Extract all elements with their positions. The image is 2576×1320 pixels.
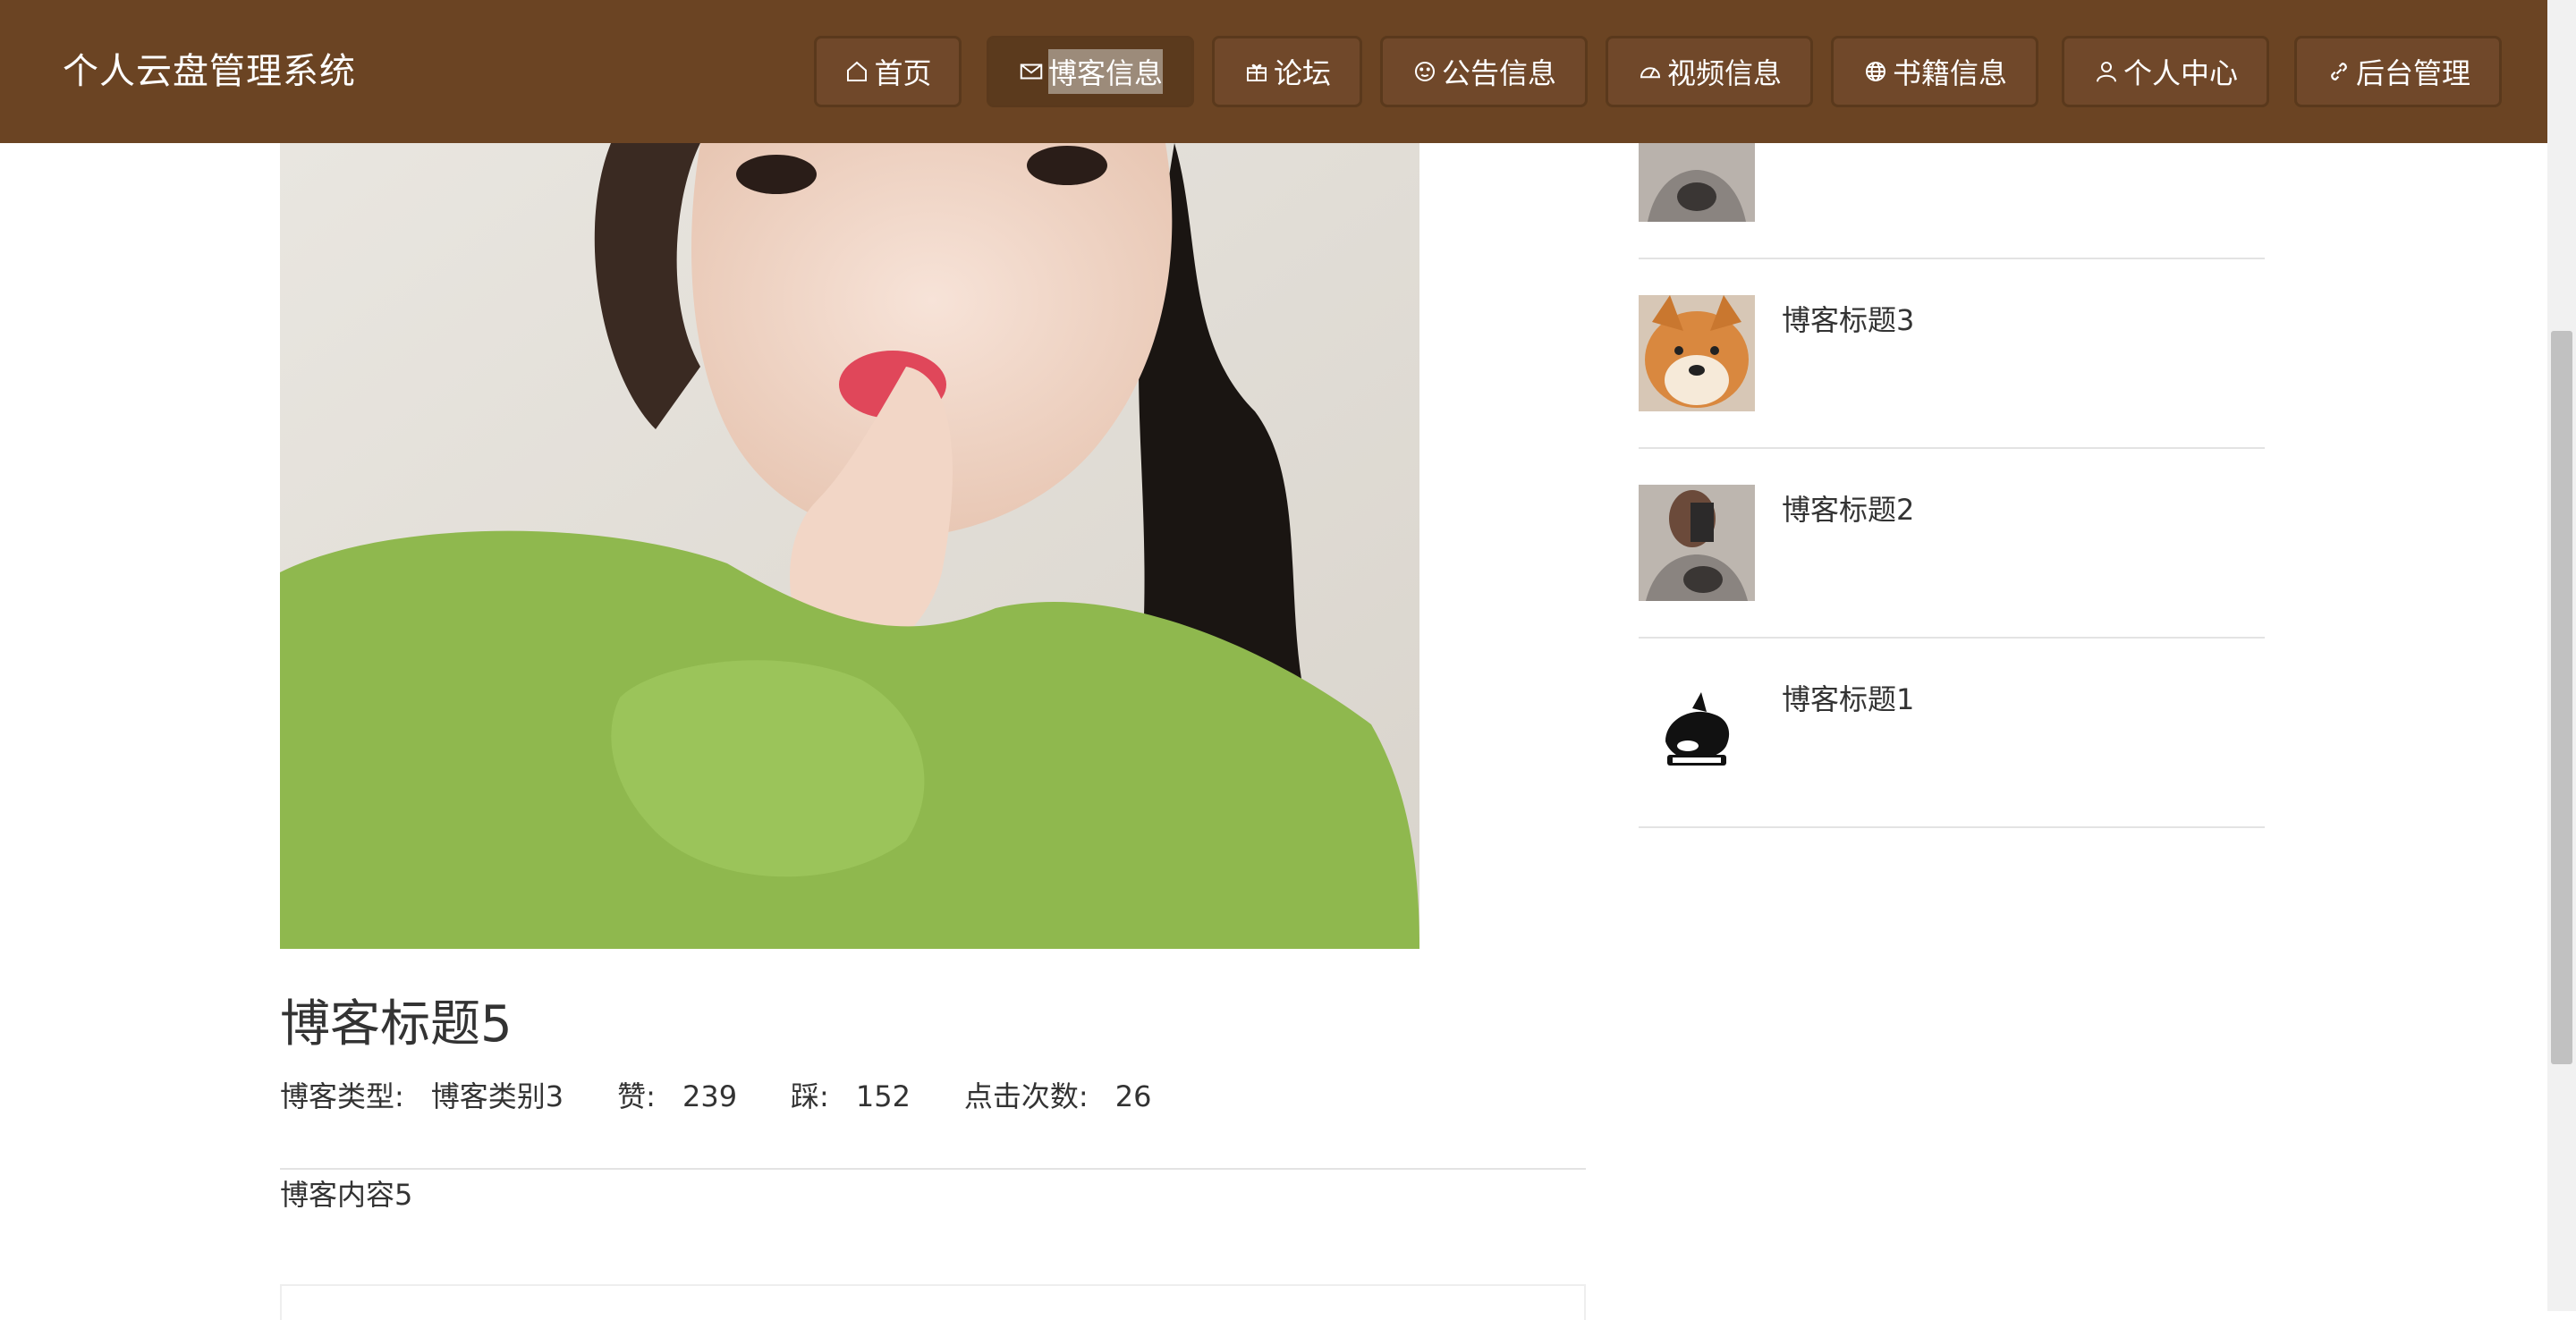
- sidebar-post-item[interactable]: 博客标题1: [1639, 674, 2265, 862]
- post-thumbnail: [1639, 295, 1755, 411]
- post-type-value: 博客类别3: [430, 1079, 564, 1113]
- sidebar-divider: [1639, 447, 2265, 449]
- clicks-label: 点击次数:: [963, 1079, 1089, 1113]
- home-icon: [847, 61, 868, 81]
- nav-blog[interactable]: 博客信息: [987, 36, 1194, 107]
- dislike-label: 踩:: [791, 1079, 829, 1113]
- globe-icon: [1865, 62, 1885, 81]
- page-scrollbar-thumb[interactable]: [2551, 331, 2572, 1064]
- nav-forum[interactable]: 论坛: [1212, 36, 1362, 107]
- link-icon: [2331, 63, 2347, 80]
- sidebar-post-item[interactable]: 博客标题3: [1639, 295, 2265, 483]
- sidebar-post-item[interactable]: 博客标题2: [1639, 485, 2265, 673]
- blog-cover-image: [280, 143, 1419, 949]
- content-divider: [280, 1168, 1586, 1170]
- site-brand[interactable]: 个人云盘管理系统: [63, 45, 356, 98]
- post-content: 博客内容5: [280, 1178, 413, 1212]
- post-thumbnail: [1639, 674, 1755, 791]
- user-icon: [2096, 62, 2116, 82]
- like-label: 赞:: [617, 1079, 656, 1113]
- sidebar-post-title[interactable]: 博客标题1: [1782, 680, 1914, 719]
- nav-label: 个人中心: [2123, 56, 2238, 90]
- nav-label: 视频信息: [1666, 56, 1782, 90]
- nav-profile[interactable]: 个人中心: [2062, 36, 2269, 107]
- clicks-count: 26: [1114, 1079, 1152, 1113]
- top-navbar: 个人云盘管理系统 首页 博客信息 论坛 公告信息 视频信息 书籍信息 个人中心: [0, 0, 2547, 143]
- nav-home[interactable]: 首页: [814, 36, 962, 107]
- like-count: 239: [682, 1079, 738, 1113]
- post-title: 博客标题5: [280, 995, 513, 1053]
- post-type-label: 博客类型:: [280, 1079, 404, 1113]
- post-meta: 博客类型: 博客类别3 赞: 239 踩: 152 点击次数: 26: [280, 1075, 1151, 1118]
- nav-label: 后台管理: [2355, 56, 2470, 90]
- nav-books[interactable]: 书籍信息: [1831, 36, 2038, 107]
- nav-label: 博客信息: [1047, 49, 1163, 94]
- comment-panel: [280, 1284, 1586, 1320]
- mail-icon: [1020, 63, 1043, 80]
- smile-icon: [1414, 62, 1435, 81]
- nav-video[interactable]: 视频信息: [1606, 36, 1813, 107]
- sidebar-divider: [1639, 826, 2265, 828]
- nav-label: 论坛: [1273, 56, 1331, 90]
- nav-notice[interactable]: 公告信息: [1380, 36, 1588, 107]
- dislike-count: 152: [855, 1079, 911, 1113]
- post-thumbnail: [1639, 485, 1755, 601]
- nav-label: 首页: [874, 56, 932, 90]
- nav-admin[interactable]: 后台管理: [2294, 36, 2502, 107]
- gift-icon: [1246, 63, 1267, 81]
- sidebar-divider: [1639, 637, 2265, 639]
- nav-label: 书籍信息: [1892, 56, 2007, 90]
- dashboard-icon: [1640, 67, 1660, 79]
- sidebar-post-title[interactable]: 博客标题3: [1782, 300, 1914, 340]
- sidebar-post-title[interactable]: 博客标题2: [1782, 490, 1914, 529]
- nav-label: 公告信息: [1441, 56, 1556, 90]
- sidebar-divider: [1639, 258, 2265, 259]
